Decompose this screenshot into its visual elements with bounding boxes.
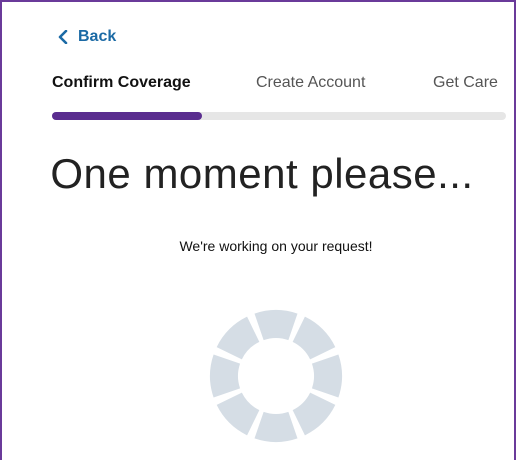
step-create-account: Create Account: [256, 74, 366, 91]
progress-bar: [52, 112, 506, 120]
page-title: One moment please...: [50, 150, 474, 197]
status-message: We're working on your request!: [179, 238, 373, 254]
step-confirm-coverage: Confirm Coverage: [52, 74, 191, 91]
loading-spinner-icon: [210, 310, 342, 442]
spinner-segment: [292, 392, 336, 436]
spinner-segment: [216, 316, 260, 360]
spinner-segment: [311, 354, 342, 398]
progress-bar-fill: [52, 112, 202, 120]
spinner-segment: [254, 411, 298, 442]
spinner-segment: [254, 310, 298, 341]
app-frame: Back Confirm Coverage Create Account Get…: [0, 0, 516, 460]
spinner-segment: [292, 316, 336, 360]
spinner-segment: [210, 354, 241, 398]
stepper: Confirm Coverage Create Account Get Care: [52, 74, 506, 98]
back-button[interactable]: Back: [58, 28, 116, 46]
step-get-care: Get Care: [433, 74, 498, 91]
chevron-left-icon: [58, 30, 68, 44]
spinner-segment: [216, 392, 260, 436]
back-label: Back: [78, 28, 117, 45]
